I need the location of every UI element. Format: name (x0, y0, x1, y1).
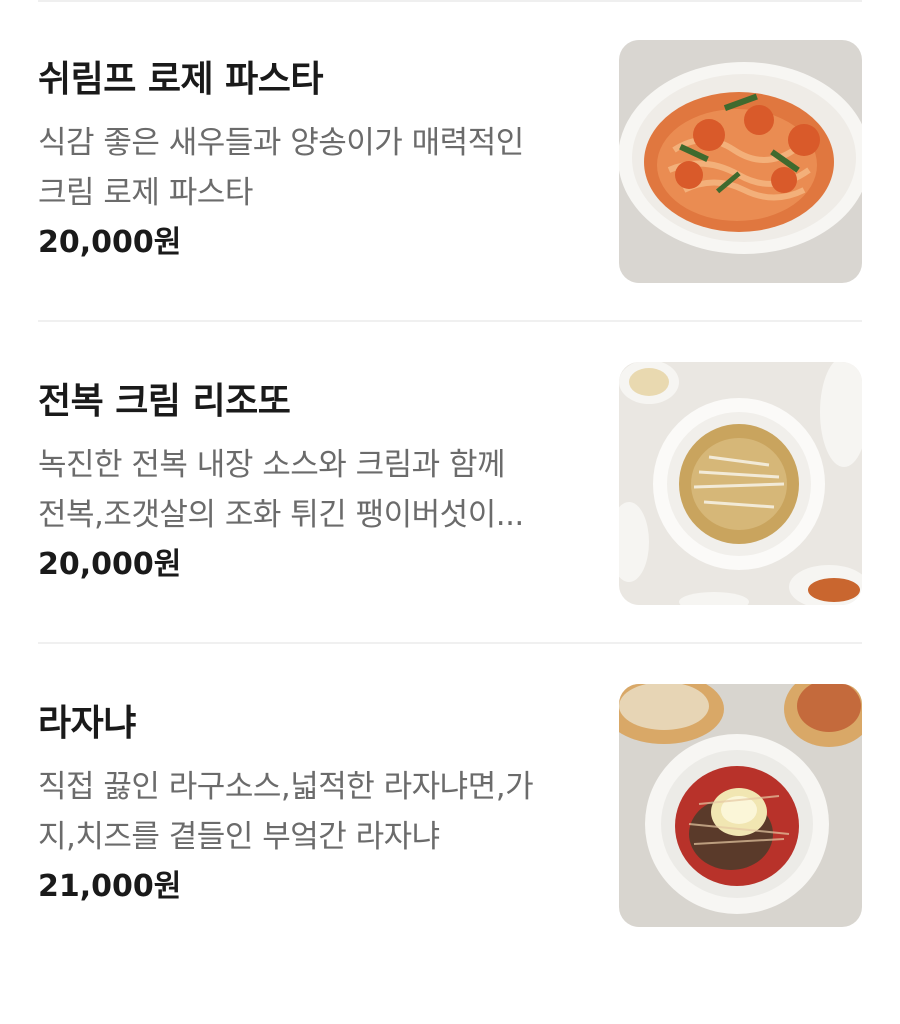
menu-item-price: 21,000원 (38, 869, 182, 904)
menu-item[interactable]: 쉬림프 로제 파스타 식감 좋은 새우들과 양송이가 매력적인 크림 로제 파스… (0, 40, 900, 380)
menu-item-description: 녹진한 전복 내장 소스와 크림과 함께 전복,조갯살의 조화 튀긴 팽이버섯이… (38, 447, 524, 533)
menu-item-price: 20,000원 (38, 547, 182, 582)
shrimp-rose-pasta-photo[interactable] (619, 40, 862, 283)
divider (38, 642, 862, 644)
lasagna-photo[interactable] (619, 684, 862, 927)
menu-item-name: 쉬림프 로제 파스타 (38, 59, 324, 100)
menu-item-price: 20,000원 (38, 225, 182, 260)
divider (38, 320, 862, 322)
abalone-cream-risotto-photo[interactable] (619, 362, 862, 605)
menu-item-description: 식감 좋은 새우들과 양송이가 매력적인 크림 로제 파스타 (38, 125, 524, 211)
menu-item-description: 직접 끓인 라구소스,넓적한 라자냐면,가 지,치즈를 곁들인 부엌간 라자냐 (38, 769, 534, 855)
top-divider (38, 0, 862, 2)
menu-item-name: 전복 크림 리조또 (38, 381, 291, 422)
menu-item-name: 라자냐 (38, 703, 136, 744)
menu-item[interactable]: 전복 크림 리조또 녹진한 전복 내장 소스와 크림과 함께 전복,조갯살의 조… (0, 362, 900, 702)
menu-item[interactable]: 라자냐 직접 끓인 라구소스,넓적한 라자냐면,가 지,치즈를 곁들인 부엌간 … (0, 684, 900, 1024)
